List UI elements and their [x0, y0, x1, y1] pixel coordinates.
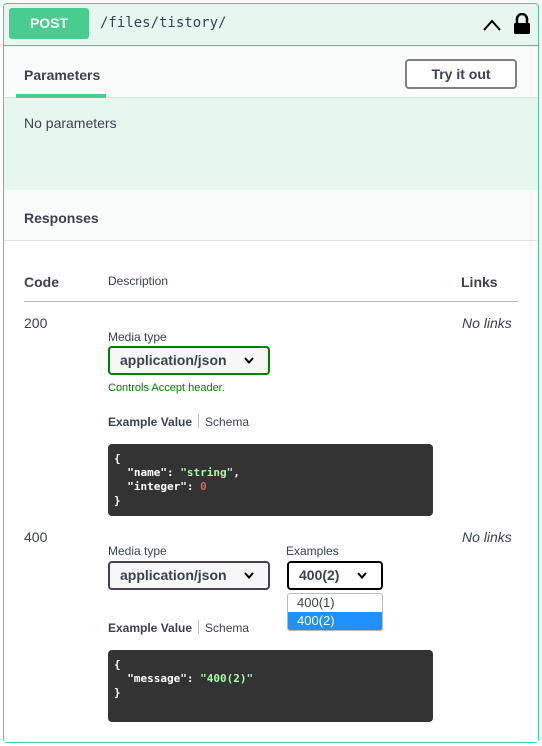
examples-option-selected[interactable]: 400(2)	[288, 612, 382, 630]
try-it-out-button[interactable]: Try it out	[405, 59, 517, 89]
chevron-down-icon	[244, 357, 254, 364]
lock-icon[interactable]	[513, 13, 531, 35]
code-line: }	[114, 686, 121, 699]
examples-label: Examples	[286, 544, 339, 558]
operation-summary[interactable]: POST /files/tistory/	[4, 4, 538, 46]
code-line: "integer": 0	[114, 480, 207, 493]
media-type-value: application/json	[120, 567, 227, 583]
column-header-description: Description	[108, 274, 169, 288]
tab-schema[interactable]: Schema	[205, 621, 249, 635]
example-json-block: { "name": "string", "integer": 0 }	[108, 444, 433, 516]
active-tab-indicator	[16, 94, 106, 98]
responses-title: Responses	[24, 210, 99, 226]
response-links: No links	[462, 529, 512, 545]
example-json-block: { "message": "400(2)" }	[108, 650, 433, 722]
media-type-label: Media type	[108, 330, 167, 344]
no-parameters-text: No parameters	[24, 115, 117, 131]
response-code: 200	[24, 315, 48, 331]
method-badge: POST	[9, 8, 89, 39]
operation-block: POST /files/tistory/ Parameters Try it o…	[3, 3, 539, 743]
response-code: 400	[24, 529, 48, 545]
tab-separator	[198, 620, 200, 634]
chevron-up-icon[interactable]	[482, 18, 502, 32]
tab-parameters[interactable]: Parameters	[24, 67, 100, 83]
parameters-header: Parameters Try it out	[4, 47, 538, 98]
tab-separator	[198, 414, 200, 428]
examples-dropdown-list: 400(1) 400(2)	[287, 593, 383, 631]
media-type-select[interactable]: application/json	[108, 561, 270, 590]
code-line: "message": "400(2)"	[114, 672, 254, 685]
examples-value: 400(2)	[299, 567, 340, 583]
responses-header: Responses	[4, 190, 538, 240]
examples-select[interactable]: 400(2)	[287, 561, 383, 590]
chevron-down-icon	[357, 572, 367, 579]
controls-accept-hint: Controls Accept header.	[108, 382, 225, 394]
code-line: {	[114, 452, 121, 465]
media-type-select[interactable]: application/json	[108, 346, 270, 375]
media-type-label: Media type	[108, 544, 167, 558]
example-schema-tabs: Example Value Schema	[108, 620, 249, 635]
tab-schema[interactable]: Schema	[205, 415, 249, 429]
example-schema-tabs: Example Value Schema	[108, 414, 249, 429]
tab-example-value[interactable]: Example Value	[108, 621, 192, 635]
examples-option[interactable]: 400(1)	[288, 594, 382, 612]
code-line: }	[114, 494, 121, 507]
column-header-links: Links	[461, 274, 498, 290]
code-line: "name": "string",	[114, 466, 240, 479]
response-links: No links	[462, 315, 512, 331]
endpoint-path: /files/tistory/	[100, 15, 227, 31]
media-type-value: application/json	[120, 352, 227, 368]
column-header-code: Code	[24, 274, 59, 290]
tab-example-value[interactable]: Example Value	[108, 415, 192, 429]
chevron-down-icon	[244, 572, 254, 579]
code-line: {	[114, 658, 121, 671]
header-divider	[24, 301, 518, 302]
